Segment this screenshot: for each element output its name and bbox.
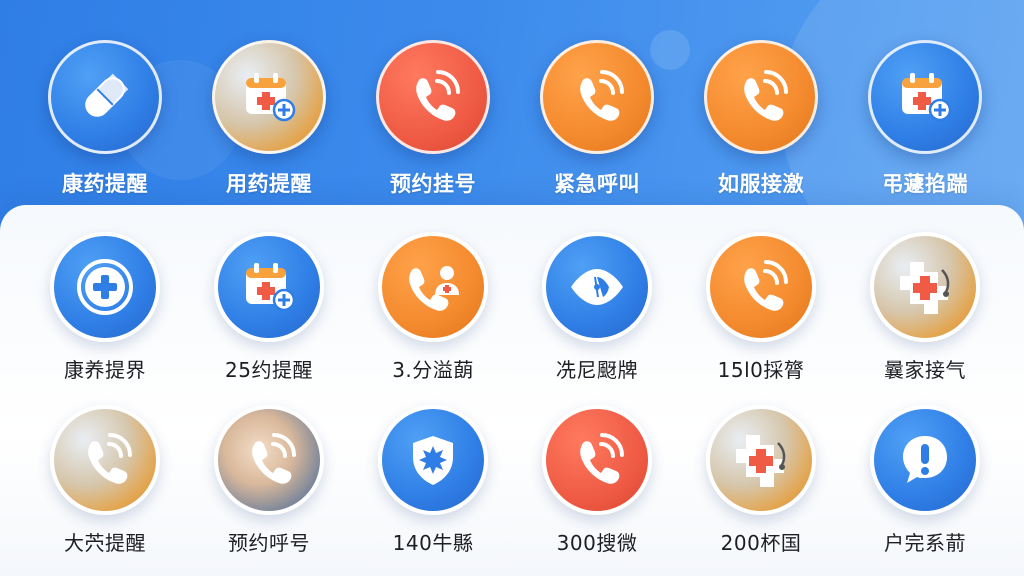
phone-icon [731,67,791,127]
feature-label: 3.分溢蓢 [392,358,474,382]
feature-grid: 康药提醒 用药提醒 预约挂号 紧急呼叫 如服接激 弔蘧掐踹 康养提界 25约提醒 3.分溢蓢 冼… [30,40,1000,560]
feature-button[interactable] [378,405,488,515]
feature-label: 户完系葥 [884,531,966,555]
feature-tile-3-3[interactable]: 140牛縣 [358,405,508,556]
feature-tile-2-6[interactable]: 曩家接气 [850,232,1000,383]
feature-label: 15l0採膂 [717,358,805,382]
medical-kit-icon [892,254,958,320]
feature-button[interactable] [706,232,816,342]
feature-tile-3-5[interactable]: 200杯国 [686,405,836,556]
feature-label: 曩家接气 [884,358,966,382]
feature-button[interactable] [706,405,816,515]
feature-button[interactable] [376,40,490,154]
eye-icon [565,255,629,319]
feature-label: 25约提醒 [225,358,313,382]
feature-tile-3-2[interactable]: 预约呼号 [194,405,344,556]
feature-button[interactable] [214,232,324,342]
phone-icon [403,67,463,127]
feature-label: 140牛縣 [392,531,474,555]
feature-label: 紧急呼叫 [554,172,640,196]
feature-button[interactable] [540,40,654,154]
feature-label: 康养提界 [64,358,146,382]
feature-label: 300搜微 [556,531,638,555]
feature-tile-1-1[interactable]: 康药提醒 [30,40,180,198]
feature-tile-2-2[interactable]: 25约提醒 [194,232,344,383]
feature-tile-1-6[interactable]: 弔蘧掐踹 [850,40,1000,198]
feature-tile-2-1[interactable]: 康养提界 [30,232,180,383]
calendar-plus-icon [240,68,298,126]
feature-row-3: 大茓提醒 预约呼号 140牛縣 300搜微 200杯国 户完系葥 [30,405,1000,556]
feature-tile-1-2[interactable]: 用药提醒 [194,40,344,198]
feature-button[interactable] [542,232,652,342]
feature-tile-2-5[interactable]: 15l0採膂 [686,232,836,383]
feature-button[interactable] [704,40,818,154]
feature-tile-2-4[interactable]: 冼尼颬牌 [522,232,672,383]
feature-button[interactable] [870,405,980,515]
feature-label: 冼尼颬牌 [556,358,638,382]
feature-button[interactable] [212,40,326,154]
feature-button[interactable] [378,232,488,342]
feature-tile-3-6[interactable]: 户完系葥 [850,405,1000,556]
feature-button[interactable] [870,232,980,342]
medical-kit-icon [728,427,794,493]
calendar-plus-icon [896,68,954,126]
feature-tile-3-1[interactable]: 大茓提醒 [30,405,180,556]
feature-row-1: 康药提醒 用药提醒 预约挂号 紧急呼叫 如服接激 弔蘧掐踹 [30,40,1000,198]
feature-label: 如服接激 [718,172,804,196]
phone-icon [75,430,135,490]
feature-tile-2-3[interactable]: 3.分溢蓢 [358,232,508,383]
feature-label: 预约呼号 [228,531,310,555]
feature-label: 用药提醒 [226,172,312,196]
feature-button[interactable] [48,40,162,154]
pill-icon [75,67,135,127]
phone-icon [731,257,791,317]
phone-icon [239,430,299,490]
feature-tile-3-4[interactable]: 300搜微 [522,405,672,556]
feature-button[interactable] [542,405,652,515]
feature-row-2: 康养提界 25约提醒 3.分溢蓢 冼尼颬牌 15l0採膂 曩家接气 [30,232,1000,383]
feature-button[interactable] [214,405,324,515]
feature-button[interactable] [50,232,160,342]
feature-label: 大茓提醒 [64,531,146,555]
phone-icon [567,67,627,127]
feature-label: 200杯国 [720,531,802,555]
feature-button[interactable] [868,40,982,154]
feature-tile-1-4[interactable]: 紧急呼叫 [522,40,672,198]
shield-cross-icon [403,430,463,490]
phone-doctor-icon [401,255,465,319]
phone-icon [567,430,627,490]
feature-label: 康药提醒 [62,172,148,196]
alert-bubble-icon [895,430,955,490]
feature-label: 弔蘧掐踹 [882,172,968,196]
feature-button[interactable] [50,405,160,515]
calendar-plus-icon [240,258,298,316]
feature-tile-1-5[interactable]: 如服接激 [686,40,836,198]
medical-cross-icon [73,255,137,319]
feature-label: 预约挂号 [390,172,476,196]
feature-tile-1-3[interactable]: 预约挂号 [358,40,508,198]
